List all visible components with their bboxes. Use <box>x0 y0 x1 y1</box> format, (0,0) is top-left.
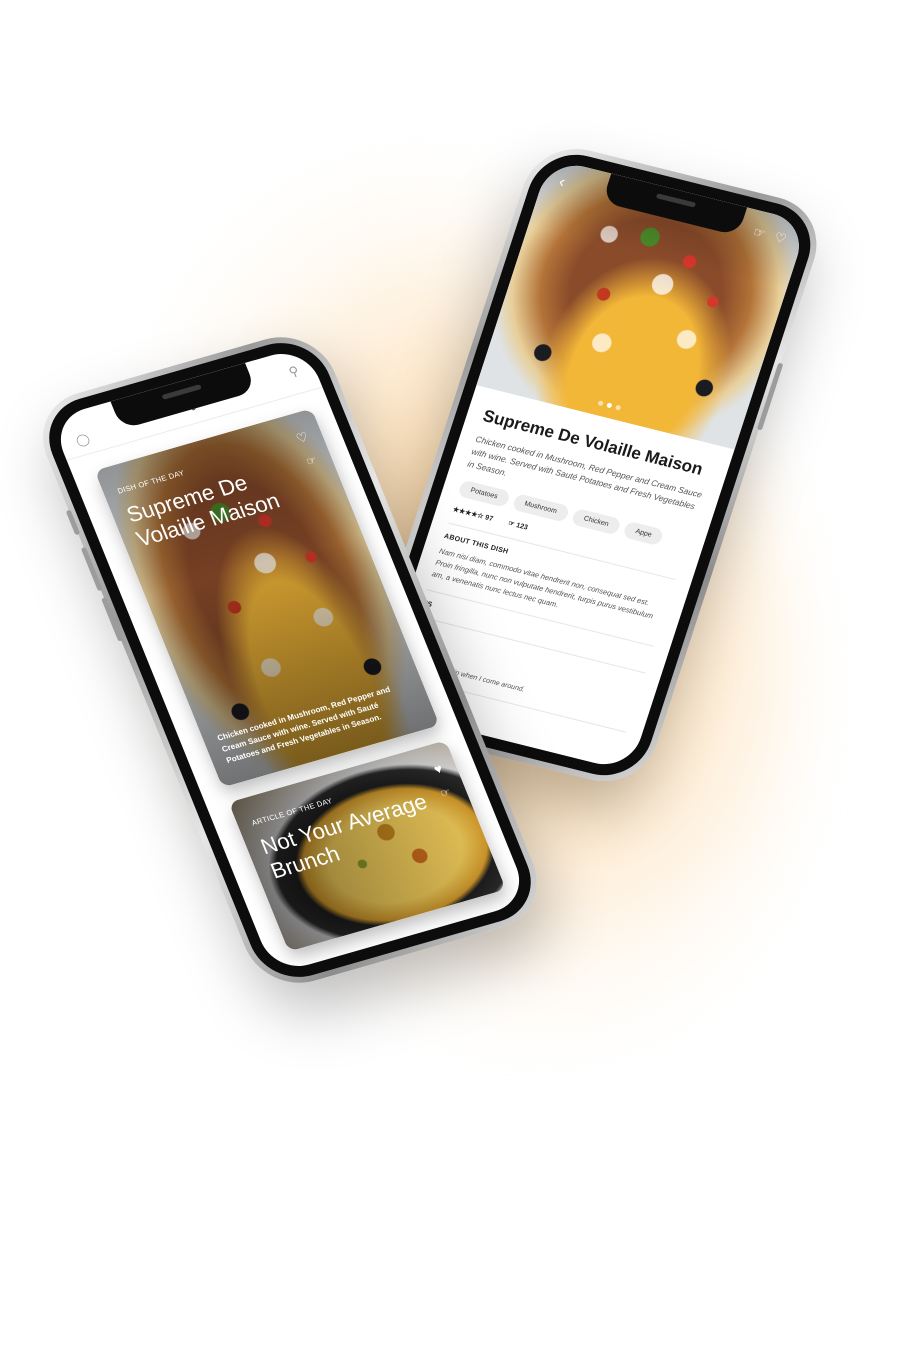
likes-count: 123 <box>515 522 529 532</box>
tag-appe[interactable]: Appe <box>622 520 665 547</box>
carousel-dot[interactable] <box>597 400 604 407</box>
rating: ★★★★☆ 97 <box>452 505 494 523</box>
speaker <box>655 193 697 208</box>
tag-chicken[interactable]: Chicken <box>570 507 622 536</box>
user-icon[interactable]: ◯ <box>74 431 92 448</box>
tag-potatoes[interactable]: Potatoes <box>457 479 511 508</box>
star-rating-icon: ★★★★☆ <box>451 506 485 521</box>
search-icon[interactable]: ⚲ <box>286 363 301 381</box>
speaker <box>161 384 202 400</box>
rating-count: 97 <box>484 514 494 523</box>
tag-mushroom[interactable]: Mushroom <box>511 493 570 523</box>
likes: ☞ 123 <box>507 519 529 531</box>
carousel-dot-active[interactable] <box>606 402 613 409</box>
